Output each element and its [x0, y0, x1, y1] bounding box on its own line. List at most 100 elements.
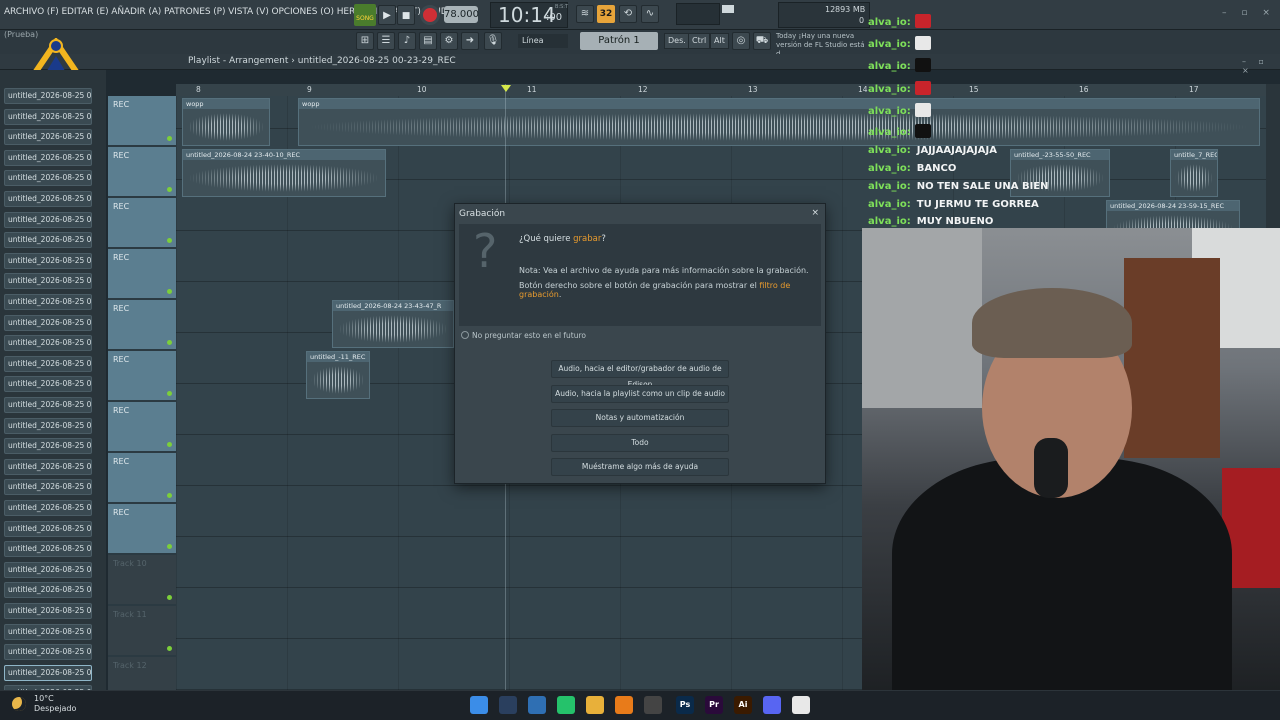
ctrl-button[interactable]: Ctrl	[688, 33, 711, 49]
picker-item[interactable]: untitled_2026-08-25 00-...	[4, 355, 92, 372]
track-led-icon[interactable]	[167, 340, 172, 345]
start-icon[interactable]	[470, 696, 488, 714]
metronome-icon[interactable]: ≋	[576, 5, 594, 23]
picker-item[interactable]: untitled_2026-08-25 00-...	[4, 561, 92, 578]
track-led-icon[interactable]	[167, 442, 172, 447]
track-led-icon[interactable]	[167, 391, 172, 396]
picker-item[interactable]: untitled_2026-08-25 00-...	[4, 644, 92, 661]
track-header[interactable]: REC	[108, 249, 176, 299]
track-header[interactable]: Track 11	[108, 606, 176, 656]
waveform-icon[interactable]: ∿	[641, 5, 659, 23]
picker-item[interactable]: untitled_2026-08-25 00-...	[4, 603, 92, 619]
playhead-marker[interactable]	[501, 85, 511, 92]
picker-item[interactable]: untitled_2026-08-25 00-...	[4, 252, 92, 269]
track-header[interactable]: REC	[108, 147, 176, 197]
dialog-close-button[interactable]: ×	[811, 208, 819, 218]
picker-item[interactable]: untitled_2026-08-25 00-...	[4, 479, 92, 496]
photoshop-icon[interactable]: Ps	[676, 696, 694, 714]
track-led-icon[interactable]	[167, 544, 172, 549]
record-option-button[interactable]: Audio, hacia el editor/grabador de audio…	[551, 360, 729, 389]
obs-icon[interactable]	[644, 696, 662, 714]
track-header[interactable]: REC	[108, 453, 176, 503]
widgets-icon[interactable]	[528, 696, 546, 714]
illustrator-icon[interactable]: Ai	[734, 696, 752, 714]
track-led-icon[interactable]	[167, 493, 172, 498]
premiere-icon[interactable]: Pr	[705, 696, 723, 714]
picker-item[interactable]: untitled_2026-08-25 00-...	[4, 417, 92, 434]
picker-item[interactable]: untitled_2026-08-25 00-...	[4, 211, 92, 228]
picker-item[interactable]: untitled_2026-08-25 00-...	[4, 170, 92, 187]
picker-item[interactable]: untitled_2026-08-25 00-...	[4, 294, 92, 310]
microphone-icon[interactable]: 🎙	[484, 32, 502, 50]
picker-item[interactable]: untitled_2026-08-25 00-...	[4, 500, 92, 516]
piano-roll-icon[interactable]: ♪	[398, 32, 416, 50]
online-icon[interactable]: ◎	[732, 32, 750, 50]
picker-item[interactable]: untitled_2026-08-25 00-...	[4, 232, 92, 249]
alt-button[interactable]: Alt	[710, 33, 729, 49]
track-led-icon[interactable]	[167, 289, 172, 294]
pattern-selector[interactable]: Patrón 1	[580, 32, 658, 50]
des-button[interactable]: Des.	[664, 33, 690, 49]
cart-icon[interactable]: ⛟	[753, 32, 771, 50]
picker-item[interactable]: untitled_2026-08-25 00-...	[4, 541, 92, 558]
picker-item[interactable]: untitled_2026-08-25 00-...	[4, 335, 92, 352]
track-header[interactable]: REC	[108, 402, 176, 452]
discord-icon[interactable]	[763, 696, 781, 714]
track-header[interactable]: REC	[108, 198, 176, 248]
channel-rack-icon[interactable]: ☰	[377, 32, 395, 50]
picker-item[interactable]: untitled_2026-08-25 00-...	[4, 397, 92, 413]
track-led-icon[interactable]	[167, 646, 172, 651]
track-led-icon[interactable]	[167, 595, 172, 600]
folder-icon[interactable]	[586, 696, 604, 714]
picker-item[interactable]: untitled_2026-08-25 00-...	[4, 458, 92, 475]
song-mode-toggle[interactable]: SONG	[354, 4, 376, 26]
record-option-button[interactable]: Audio, hacia la playlist como un clip de…	[551, 385, 729, 403]
picker-item[interactable]: untitled_2026-08-25 00-...	[4, 191, 92, 207]
weather-widget[interactable]: 10°C Despejado	[34, 694, 76, 714]
browser-icon[interactable]: ▤	[419, 32, 437, 50]
picker-item[interactable]: untitled_2026-08-25 00-...	[4, 273, 92, 290]
track-header[interactable]: REC	[108, 300, 176, 350]
picker-item[interactable]: untitled_2026-08-25 00-...	[4, 314, 92, 331]
plugin-icon[interactable]: ⚙	[440, 32, 458, 50]
stop-button[interactable]: ■	[397, 5, 415, 25]
track-header[interactable]: REC	[108, 351, 176, 401]
snap-select[interactable]: Línea	[518, 34, 568, 48]
track-header[interactable]: REC	[108, 96, 176, 146]
play-button[interactable]: ▶	[378, 5, 396, 25]
whatsapp-icon[interactable]	[557, 696, 575, 714]
audio-clip[interactable]: untitled_-11_REC	[306, 351, 370, 399]
mixer-icon[interactable]: ⊞	[356, 32, 374, 50]
picker-item[interactable]: untitled_2026-08-25 00-...	[4, 623, 92, 640]
record-button[interactable]	[420, 5, 440, 25]
track-led-icon[interactable]	[167, 136, 172, 141]
fl-studio-icon[interactable]	[615, 696, 633, 714]
arrow-icon[interactable]: ➜	[461, 32, 479, 50]
loop-record-icon[interactable]: ⟲	[619, 5, 637, 23]
picker-item[interactable]: untitled_2026-08-25 00-...	[4, 108, 92, 125]
record-option-button[interactable]: Notas y automatización	[551, 409, 729, 427]
explorer-icon[interactable]	[499, 696, 517, 714]
audio-clip[interactable]: untitled_2026-08-24 23-40-10_REC	[182, 149, 386, 197]
picker-item[interactable]: untitled_2026-08-25 00-...	[4, 149, 92, 166]
audio-clip[interactable]: untitled_2026-08-24 23-43-47_R	[332, 300, 454, 348]
picker-item[interactable]: untitled_2026-08-25 00-...	[4, 376, 92, 393]
track-header[interactable]: Track 10	[108, 555, 176, 605]
audio-clip[interactable]: wopp	[182, 98, 270, 146]
track-led-icon[interactable]	[167, 187, 172, 192]
track-header[interactable]: REC	[108, 504, 176, 554]
chrome-icon[interactable]	[792, 696, 810, 714]
dont-ask-checkbox[interactable]: No preguntar esto en el futuro	[461, 331, 586, 340]
record-option-button[interactable]: Todo	[551, 434, 729, 452]
track-led-icon[interactable]	[167, 238, 172, 243]
picker-item[interactable]: untitled_2026-08-25 00-...	[4, 520, 92, 537]
tempo-display[interactable]: 78.000	[444, 6, 479, 23]
step-edit-toggle[interactable]: 32	[597, 5, 615, 23]
picker-item[interactable]: untitled_2026-08-25 00-...	[4, 582, 92, 599]
master-volume[interactable]	[722, 5, 734, 13]
picker-item[interactable]: untitled_2026-08-25 00-...	[4, 664, 92, 681]
checkbox-icon[interactable]	[461, 331, 469, 339]
record-option-button[interactable]: Muéstrame algo más de ayuda	[551, 458, 729, 476]
news-panel[interactable]: Today ¡Hay una nueva versión de FL Studi…	[776, 30, 868, 58]
picker-item[interactable]: untitled_2026-08-25 00-...	[4, 129, 92, 146]
